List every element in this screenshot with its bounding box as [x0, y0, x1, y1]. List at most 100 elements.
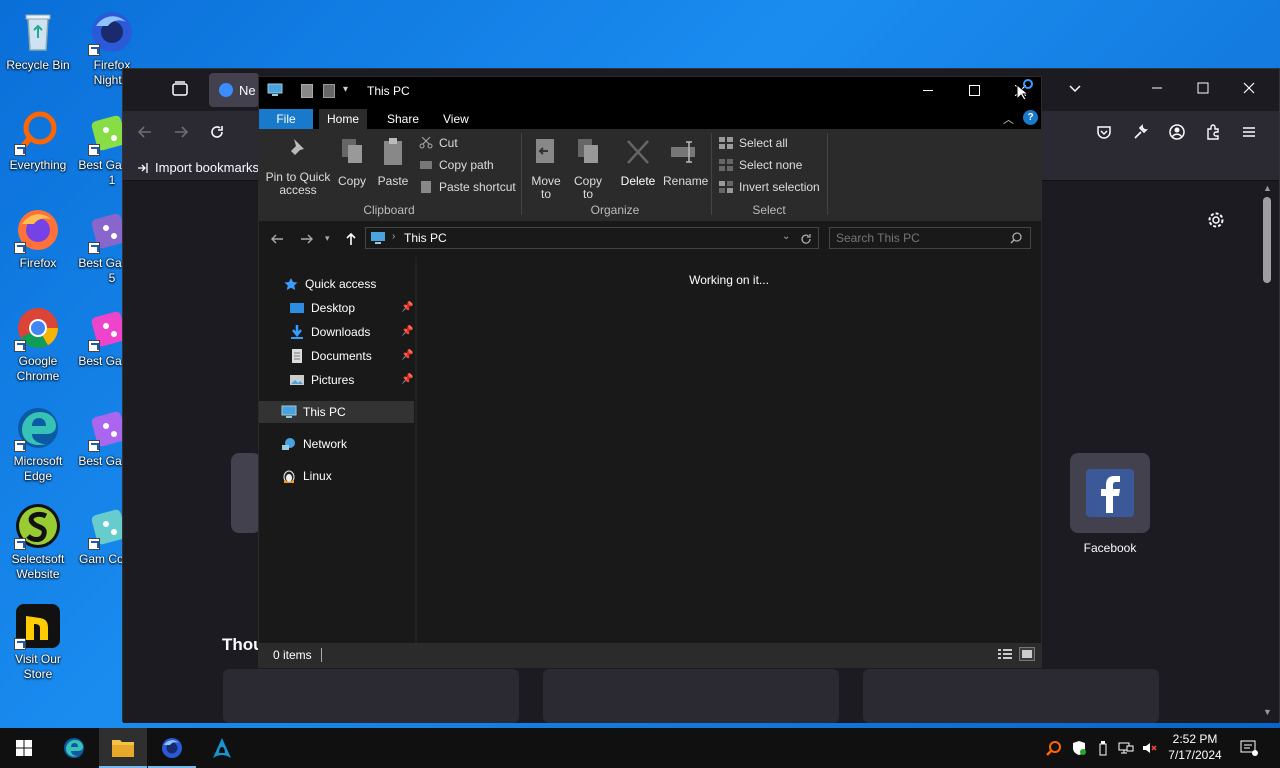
desktop-icon-firefox[interactable]: Firefox	[0, 206, 76, 271]
help-icon[interactable]: ?	[1023, 110, 1038, 125]
qat-new-folder-icon[interactable]	[323, 84, 335, 98]
usb-device-icon[interactable]	[1095, 740, 1111, 756]
linux-penguin-icon	[283, 470, 295, 483]
maximize-button[interactable]	[951, 77, 997, 105]
select-all-button[interactable]: Select all	[719, 134, 788, 152]
nav-linux[interactable]: Linux	[281, 465, 332, 487]
newtab-settings-gear-icon[interactable]	[1207, 211, 1225, 229]
ff-close-button[interactable]	[1240, 79, 1262, 97]
tab-share[interactable]: Share	[379, 109, 427, 129]
forward-arrow-icon[interactable]	[172, 123, 194, 141]
minimize-button[interactable]	[905, 77, 951, 105]
address-bar-row: ▾ › This PC ⌄	[259, 221, 1041, 257]
taskbar-edge[interactable]	[50, 728, 98, 768]
paste-shortcut-label: Paste shortcut	[439, 180, 516, 194]
address-dropdown-icon[interactable]: ⌄	[782, 231, 790, 242]
qat-properties-icon[interactable]	[301, 84, 313, 98]
qat-customize-icon[interactable]: ▾	[343, 84, 348, 95]
everything-tray-icon[interactable]	[1046, 740, 1062, 756]
copy-to-button[interactable]: Copy to	[571, 137, 605, 201]
notifications-icon[interactable]	[1240, 740, 1258, 756]
nav-desktop[interactable]: Desktop	[289, 297, 355, 319]
ff-scrollbar-up-icon[interactable]: ▲	[1263, 183, 1272, 193]
firefox-tab-favicon	[219, 83, 233, 97]
nav-network[interactable]: Network	[281, 433, 347, 455]
tab-file[interactable]: File	[259, 109, 313, 129]
file-explorer-window[interactable]: ▾ This PC File Home Share View ︿ ? Pin t…	[258, 76, 1042, 668]
start-button[interactable]	[0, 728, 48, 768]
large-icons-view-icon[interactable]	[1019, 647, 1035, 661]
highlight-card[interactable]	[863, 669, 1159, 723]
taskbar-firefox[interactable]	[148, 728, 196, 768]
pin-to-quick-access-button[interactable]: Pin to Quick access	[265, 137, 331, 197]
ff-scrollbar[interactable]: ▲ ▼	[1259, 181, 1275, 723]
taskbar-arch[interactable]	[198, 728, 246, 768]
nav-label: Network	[303, 437, 348, 451]
select-none-button[interactable]: Select none	[719, 156, 802, 174]
ff-scrollbar-thumb[interactable]	[1263, 197, 1271, 283]
invert-selection-button[interactable]: Invert selection	[719, 178, 820, 196]
hamburger-menu-icon[interactable]	[1240, 123, 1262, 141]
content-pane[interactable]: Working on it...	[417, 257, 1041, 643]
rename-button[interactable]: Rename	[663, 137, 708, 188]
nav-back-icon[interactable]	[269, 231, 285, 247]
organize-group-label: Organize	[590, 203, 640, 217]
copy-button[interactable]: Copy	[335, 137, 369, 188]
shortcut-tile-left[interactable]	[231, 453, 261, 533]
taskbar-file-explorer[interactable]	[99, 728, 147, 768]
address-path[interactable]: This PC	[404, 231, 447, 245]
copy-path-label: Copy path	[439, 158, 494, 172]
details-view-icon[interactable]	[997, 648, 1013, 662]
edge-icon	[14, 404, 62, 452]
shortcut-facebook[interactable]: Facebook	[1070, 453, 1150, 555]
cut-button[interactable]: Cut	[419, 134, 458, 152]
ff-maximize-button[interactable]	[1194, 79, 1216, 97]
import-bookmarks-link[interactable]: Import bookmarks...	[137, 159, 270, 177]
desktop-icon-everything[interactable]: Everything	[0, 108, 76, 173]
extensions-icon[interactable]	[1204, 123, 1226, 141]
search-box[interactable]	[829, 227, 1031, 249]
tab-home[interactable]: Home	[319, 109, 368, 129]
address-field[interactable]: › This PC ⌄	[365, 227, 819, 249]
recent-locations-icon[interactable]: ▾	[325, 233, 330, 244]
nav-label: This PC	[303, 405, 346, 419]
nav-this-pc[interactable]: This PC	[281, 401, 346, 423]
ff-scrollbar-down-icon[interactable]: ▼	[1263, 707, 1272, 717]
ff-minimize-button[interactable]	[1148, 79, 1170, 97]
highlight-card[interactable]	[543, 669, 839, 723]
nav-pictures[interactable]: Pictures	[289, 369, 354, 391]
firefox-view-icon[interactable]	[171, 80, 193, 98]
security-shield-icon[interactable]	[1071, 740, 1087, 756]
highlight-card[interactable]	[223, 669, 519, 723]
desktop-icon-edge[interactable]: Microsoft Edge	[0, 404, 76, 484]
firefox-tab[interactable]: Ne	[209, 73, 259, 107]
nav-downloads[interactable]: Downloads	[289, 321, 370, 343]
clock[interactable]: 2:52 PM 7/17/2024	[1164, 731, 1226, 763]
account-icon[interactable]	[1168, 123, 1190, 141]
refresh-icon[interactable]	[799, 232, 813, 246]
copy-path-button[interactable]: Copy path	[419, 156, 494, 174]
move-to-button[interactable]: Move to	[529, 137, 563, 201]
delete-button[interactable]: Delete	[619, 137, 657, 188]
network-tray-icon[interactable]	[1118, 740, 1134, 756]
collapse-ribbon-icon[interactable]: ︿	[1003, 111, 1014, 127]
nav-quick-access[interactable]: Quick access	[283, 273, 376, 295]
back-arrow-icon[interactable]	[136, 123, 158, 141]
shortcut-arrow-icon	[14, 144, 26, 156]
search-input[interactable]	[836, 230, 1006, 246]
list-all-tabs-icon[interactable]	[1066, 79, 1088, 97]
nav-up-icon[interactable]	[343, 231, 359, 247]
volume-muted-icon[interactable]	[1142, 740, 1158, 756]
wrench-icon[interactable]	[1131, 123, 1153, 141]
paste-button[interactable]: Paste	[375, 137, 411, 188]
desktop-icon-selectsoft[interactable]: Selectsoft Website	[0, 502, 76, 582]
desktop-icon-store[interactable]: Visit Our Store	[0, 602, 76, 682]
tab-view[interactable]: View	[435, 109, 477, 129]
paste-shortcut-button[interactable]: Paste shortcut	[419, 178, 516, 196]
nav-documents[interactable]: Documents	[289, 345, 372, 367]
desktop-icon-chrome[interactable]: Google Chrome	[0, 304, 76, 384]
reload-icon[interactable]	[208, 123, 230, 141]
pocket-icon[interactable]	[1095, 123, 1117, 141]
nav-forward-icon[interactable]	[299, 231, 315, 247]
desktop-icon-recycle-bin[interactable]: Recycle Bin	[0, 8, 76, 73]
